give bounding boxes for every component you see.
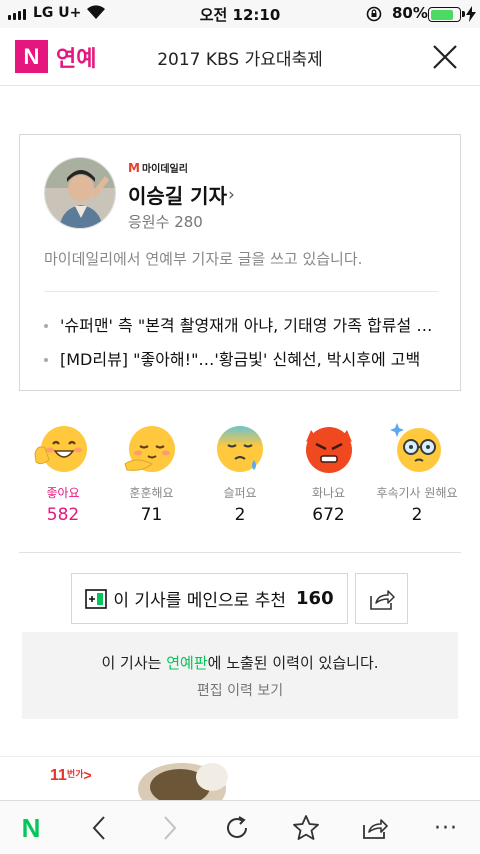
- forward-button[interactable]: [155, 813, 185, 843]
- ad-product-image: [138, 763, 228, 800]
- recommend-label: 이 기사를 메인으로 추천: [113, 591, 287, 611]
- article-link[interactable]: '슈퍼맨' 측 "본격 촬영재개 아냐, 기태영 가족 합류설 사실무근": [44, 309, 440, 343]
- close-button[interactable]: [428, 40, 462, 74]
- exposure-section-link[interactable]: 연예판: [166, 654, 207, 672]
- reaction-count: 71: [140, 505, 163, 525]
- reaction-warm[interactable]: 훈훈해요 71: [108, 420, 196, 530]
- more-button[interactable]: ···: [430, 813, 462, 843]
- reporter-card: M 마이데일리 이승길 기자 › 응원수 280 마이데일리에서 연예부 기자로…: [19, 134, 461, 391]
- exposure-notice: 이 기사는 연예판에 노출된 이력이 있습니다.: [101, 654, 379, 672]
- page-title: 2017 KBS 가요대축제: [157, 50, 323, 70]
- refresh-button[interactable]: [222, 813, 252, 843]
- reporter-avatar[interactable]: [44, 157, 116, 229]
- battery-percent: 80%: [392, 4, 428, 22]
- share-icon: [363, 819, 388, 839]
- share-button[interactable]: [355, 573, 408, 624]
- subscriber-count: 응원수 280: [128, 213, 203, 231]
- want-more-face-icon: [390, 423, 441, 472]
- add-recommend-icon: [85, 588, 108, 609]
- reporter-description: 마이데일리에서 연예부 기자로 글을 쓰고 있습니다.: [44, 250, 363, 268]
- reaction-count: 672: [312, 505, 345, 525]
- share-icon: [369, 589, 395, 610]
- reaction-angry[interactable]: 화나요 672: [285, 420, 373, 530]
- orientation-lock-icon: [366, 6, 382, 26]
- sad-face-icon: [217, 426, 263, 472]
- divider: [19, 552, 461, 553]
- reaction-bar: 좋아요 582 훈훈해요 71 슬퍼요 2 화나요 672 후속기사 원해요 2: [19, 420, 461, 530]
- ad-banner[interactable]: 11번가>: [0, 756, 480, 800]
- reporter-name[interactable]: 이승길 기자: [128, 180, 227, 209]
- chevron-left-icon: [92, 816, 105, 840]
- warm-face-icon: [123, 426, 175, 472]
- close-icon: [433, 45, 457, 69]
- exposure-history-box: 이 기사는 연예판에 노출된 이력이 있습니다. 편집 이력 보기: [22, 632, 458, 719]
- bookmark-button[interactable]: [291, 813, 321, 843]
- reaction-label: 슬퍼요: [223, 486, 257, 500]
- star-icon: [293, 815, 319, 840]
- naver-home-button[interactable]: N: [16, 813, 46, 843]
- chevron-right-icon: [164, 816, 177, 840]
- battery-icon: [428, 7, 461, 22]
- reaction-want-more[interactable]: 후속기사 원해요 2: [373, 420, 461, 530]
- top-header: N 연예 2017 KBS 가요대축제: [0, 28, 480, 86]
- reaction-label: 좋아요: [46, 486, 80, 500]
- angry-face-icon: [305, 427, 352, 473]
- reaction-label: 후속기사 원해요: [376, 486, 458, 500]
- like-face-icon: [34, 426, 87, 472]
- reaction-sad[interactable]: 슬퍼요 2: [196, 420, 284, 530]
- reaction-count: 2: [411, 505, 423, 525]
- article-link[interactable]: [MD리뷰] "좋아해!"…'황금빛' 신혜선, 박시후에 고백: [44, 343, 440, 377]
- back-button[interactable]: [84, 813, 114, 843]
- reporter-article-list: '슈퍼맨' 측 "본격 촬영재개 아냐, 기태영 가족 합류설 사실무근" [M…: [44, 309, 440, 377]
- charging-icon: [466, 6, 476, 26]
- status-bar: LG U+ 오전 12:10 80%: [0, 0, 480, 28]
- share-toolbar-button[interactable]: [360, 813, 390, 843]
- recommend-main-button[interactable]: 이 기사를 메인으로 추천 160: [71, 573, 348, 624]
- reaction-label: 훈훈해요: [129, 486, 174, 500]
- reaction-like[interactable]: 좋아요 582: [19, 420, 107, 530]
- ad-brand-logo: 11번가>: [50, 767, 92, 784]
- divider: [44, 291, 438, 292]
- recommend-count: 160: [296, 588, 334, 609]
- reaction-count: 582: [46, 505, 80, 525]
- refresh-icon: [227, 816, 247, 838]
- press-logo-mark: M: [128, 160, 140, 175]
- edit-history-link[interactable]: 편집 이력 보기: [22, 680, 458, 700]
- reaction-label: 화나요: [311, 486, 346, 500]
- bottom-toolbar: N ···: [0, 800, 480, 854]
- chevron-right-icon: ›: [228, 185, 235, 205]
- press-logo[interactable]: M 마이데일리: [128, 160, 188, 176]
- press-name: 마이데일리: [141, 164, 188, 175]
- reaction-count: 2: [234, 505, 246, 525]
